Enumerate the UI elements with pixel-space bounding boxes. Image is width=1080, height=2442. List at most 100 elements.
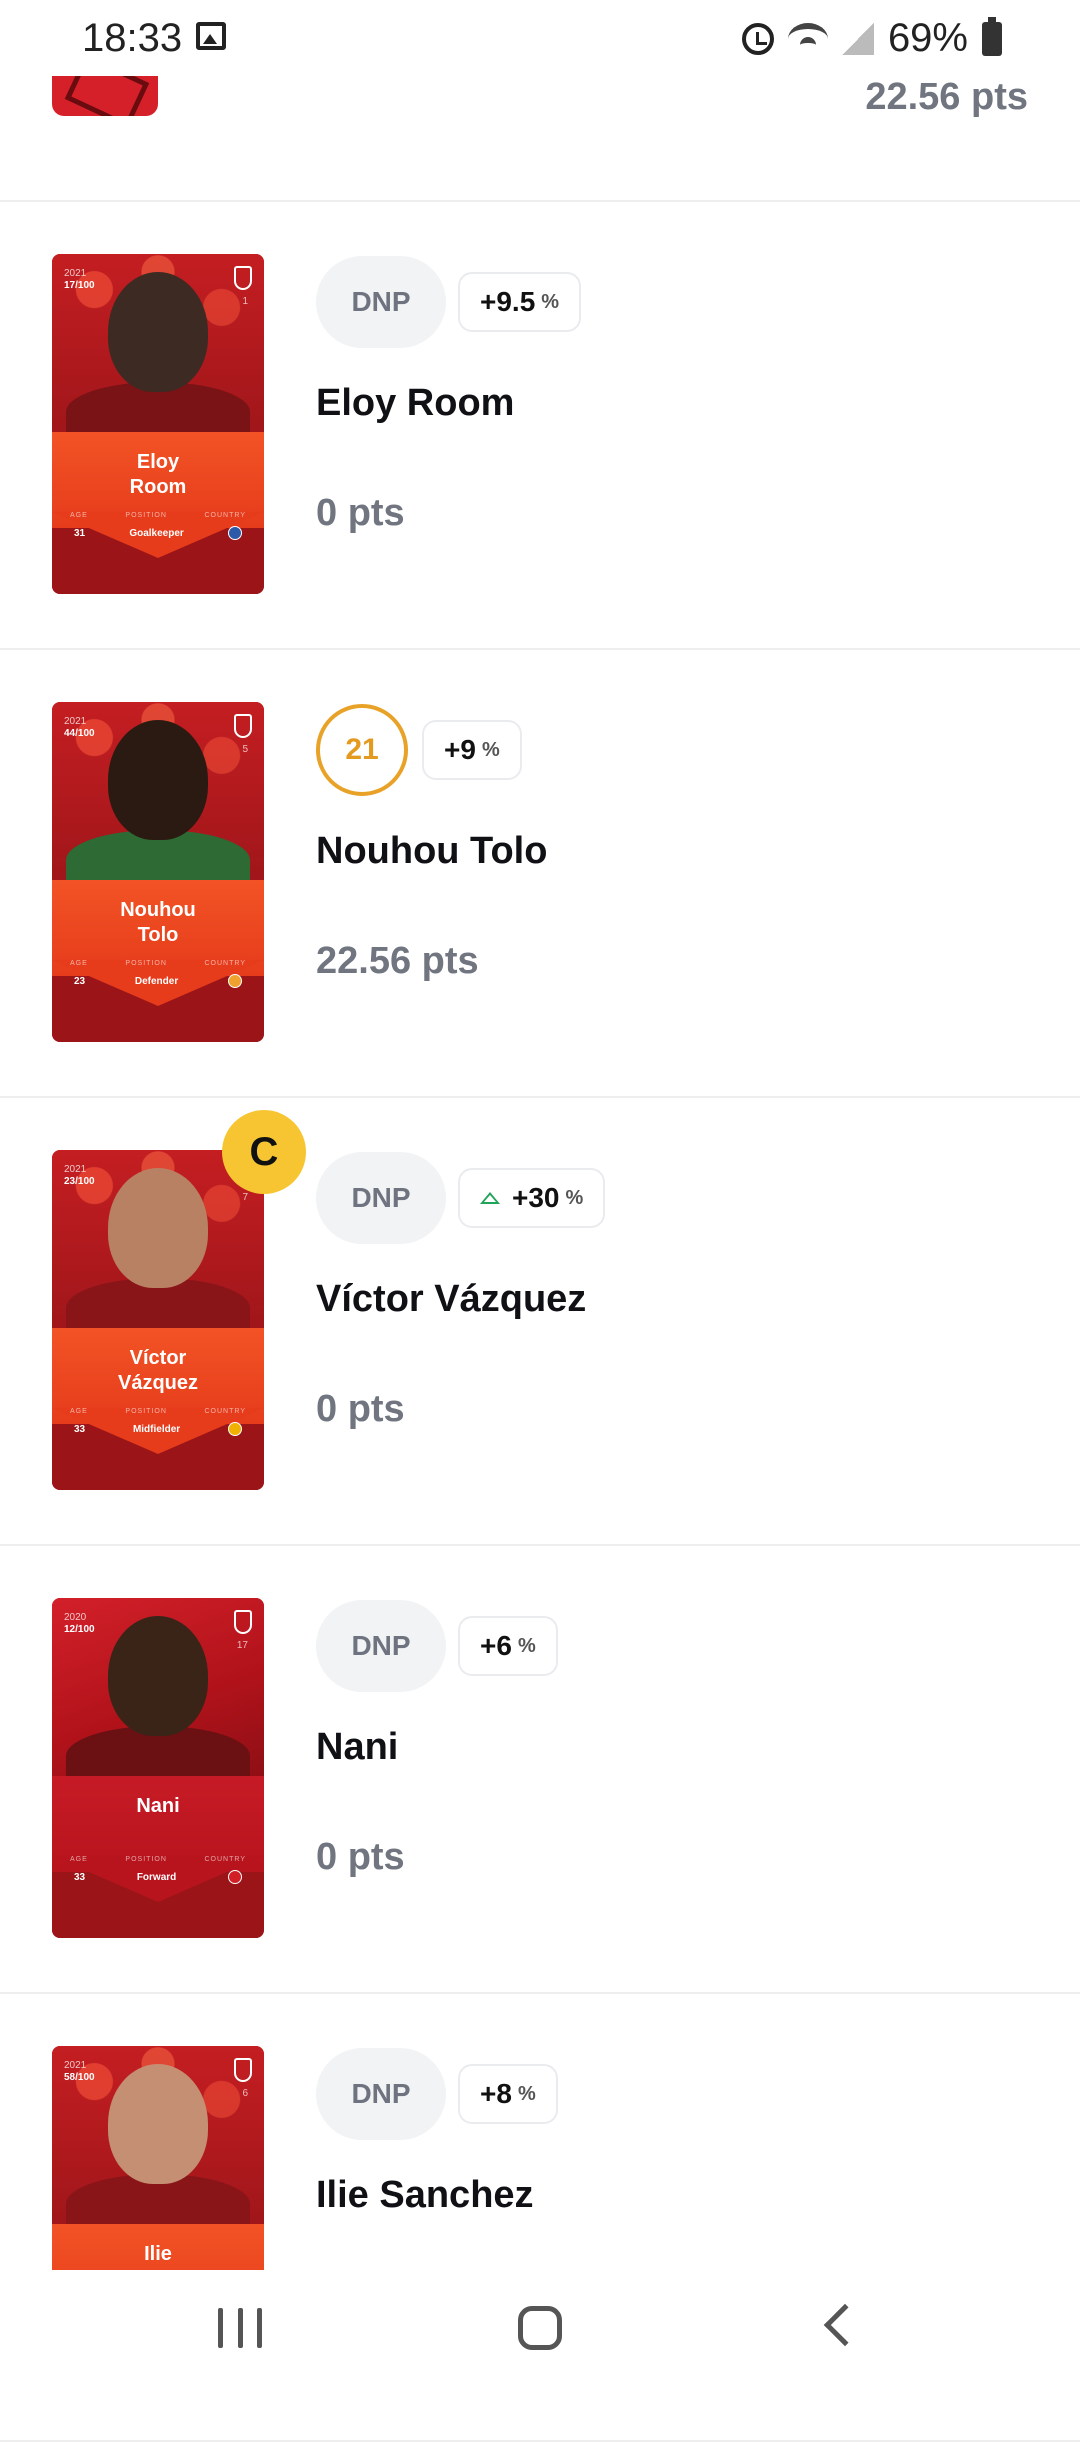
player-row[interactable]: 2021 23/100 7 Víctor Vázquez AGE POSITIO… <box>0 1098 1080 1546</box>
card-age: 33 <box>74 1423 86 1435</box>
club-crest-icon <box>234 714 252 738</box>
card-season: 2021 <box>64 1164 87 1175</box>
player-photo-face <box>108 2064 208 2184</box>
card-stats: 33 Forward <box>74 1870 242 1884</box>
percent-icon: % <box>517 1634 536 1657</box>
score-pill: DNP <box>316 1152 446 1244</box>
player-card[interactable]: 2020 12/100 17 Nani AGE POSITION COUNTRY… <box>52 1598 264 1938</box>
player-photo-face <box>108 1168 208 1288</box>
back-icon[interactable] <box>823 2303 867 2347</box>
player-points: 0 pts <box>316 492 405 534</box>
country-flag-icon <box>227 1870 242 1884</box>
card-position: Forward <box>136 1871 177 1883</box>
player-photo-face <box>108 272 208 392</box>
card-player-name: Nani <box>136 1795 180 1817</box>
score-pill: DNP <box>316 256 446 348</box>
player-name: Nouhou Tolo <box>316 830 548 872</box>
card-serial: 23/100 <box>64 1176 95 1187</box>
card-shirt-number: 1 <box>242 296 248 307</box>
bonus-badge: +6 % <box>458 1616 558 1676</box>
card-season: 2021 <box>64 2060 87 2071</box>
card-label-position: POSITION <box>125 1856 167 1863</box>
player-row-partial[interactable]: 22.56 pts <box>0 76 1080 202</box>
country-flag-icon <box>227 974 242 988</box>
card-shirt-number: 6 <box>242 2088 248 2099</box>
card-label-country: COUNTRY <box>204 960 246 967</box>
club-crest-icon <box>234 2058 252 2082</box>
card-player-name: Nouhou Tolo <box>120 899 196 946</box>
card-label-age: AGE <box>70 960 88 967</box>
card-age: 33 <box>74 1871 86 1883</box>
recent-apps-icon[interactable] <box>218 2308 262 2348</box>
card-stats: 31 Goalkeeper <box>74 526 242 540</box>
player-name: Eloy Room <box>316 382 515 424</box>
card-stats: 23 Defender <box>74 974 242 988</box>
card-stat-labels: AGE POSITION COUNTRY <box>70 1856 246 1863</box>
card-position: Defender <box>134 975 179 987</box>
player-card[interactable]: 2021 23/100 7 Víctor Vázquez AGE POSITIO… <box>52 1150 264 1490</box>
bonus-value: +8 <box>480 2078 512 2109</box>
battery-icon <box>982 16 1002 56</box>
player-points: 22.56 pts <box>865 76 1028 118</box>
battery-percent: 69% <box>887 16 968 60</box>
player-photo-face <box>108 720 208 840</box>
player-photo-face <box>108 1616 208 1736</box>
card-label-country: COUNTRY <box>204 512 246 519</box>
navigation-bar <box>0 2270 1080 2400</box>
card-label-country: COUNTRY <box>204 1408 246 1415</box>
percent-icon: % <box>517 2082 536 2105</box>
bonus-badge: +8 % <box>458 2064 558 2124</box>
card-season: 2020 <box>64 1612 87 1623</box>
captain-badge: C <box>222 1110 306 1194</box>
card-season: 2021 <box>64 268 87 279</box>
bonus-value: +30 <box>512 1182 560 1213</box>
bonus-value: +6 <box>480 1630 512 1661</box>
card-stat-labels: AGE POSITION COUNTRY <box>70 1408 246 1415</box>
status-time: 18:33 <box>82 16 183 60</box>
signal-icon <box>841 22 874 55</box>
card-label-position: POSITION <box>125 512 167 519</box>
club-crest-icon <box>234 1610 252 1634</box>
player-card[interactable]: 2021 17/100 1 Eloy Room AGE POSITION COU… <box>52 254 264 594</box>
card-age: 23 <box>74 975 86 987</box>
percent-icon: % <box>481 738 500 761</box>
card-position: Midfielder <box>132 1423 181 1435</box>
gallery-icon <box>196 22 226 50</box>
player-card[interactable]: 2021 44/100 5 Nouhou Tolo AGE POSITION C… <box>52 702 264 1042</box>
card-shirt-number: 5 <box>242 744 248 755</box>
score-circle: 21 <box>316 704 408 796</box>
player-points: 0 pts <box>316 1836 405 1878</box>
bonus-badge: +30 % <box>458 1168 606 1228</box>
card-label-age: AGE <box>70 1856 88 1863</box>
card-label-position: POSITION <box>125 960 167 967</box>
card-serial: 58/100 <box>64 2072 95 2083</box>
card-stat-labels: AGE POSITION COUNTRY <box>70 512 246 519</box>
player-points: 0 pts <box>316 1388 405 1430</box>
card-label-country: COUNTRY <box>204 1856 246 1863</box>
card-shirt-number: 17 <box>236 1640 248 1651</box>
score-pill: DNP <box>316 1600 446 1692</box>
trend-up-icon <box>480 1192 500 1204</box>
status-icons: 69% <box>741 16 1002 61</box>
player-row[interactable]: 2021 44/100 5 Nouhou Tolo AGE POSITION C… <box>0 650 1080 1098</box>
bonus-value: +9.5 <box>480 286 536 317</box>
card-serial: 12/100 <box>64 1624 95 1635</box>
club-crest-icon <box>234 266 252 290</box>
card-stats: 33 Midfielder <box>74 1422 242 1436</box>
home-icon[interactable] <box>518 2306 562 2350</box>
card-player-name: Víctor Vázquez <box>117 1347 199 1394</box>
status-bar: 18:33 69% <box>0 0 1080 76</box>
card-season: 2021 <box>64 716 87 727</box>
wifi-icon <box>787 22 828 55</box>
player-row[interactable]: 2021 17/100 1 Eloy Room AGE POSITION COU… <box>0 202 1080 650</box>
player-card-image[interactable] <box>52 76 158 116</box>
percent-icon: % <box>541 290 560 313</box>
card-label-age: AGE <box>70 1408 88 1415</box>
score-pill: DNP <box>316 2048 446 2140</box>
alarm-icon <box>741 22 774 55</box>
bonus-badge: +9.5 % <box>458 272 582 332</box>
player-row[interactable]: 2020 12/100 17 Nani AGE POSITION COUNTRY… <box>0 1546 1080 1994</box>
bonus-value: +9 <box>444 734 476 765</box>
bonus-badge: +9 % <box>422 720 522 780</box>
player-name: Víctor Vázquez <box>316 1278 587 1320</box>
